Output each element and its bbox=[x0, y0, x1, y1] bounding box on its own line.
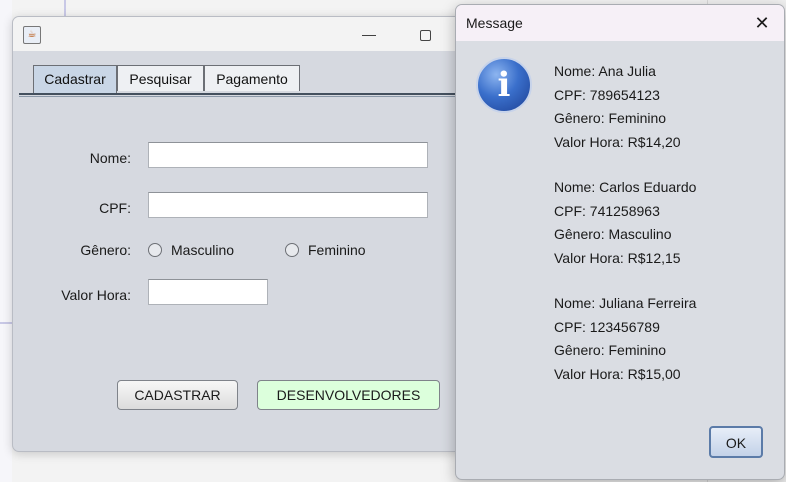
cpf-input[interactable] bbox=[148, 192, 428, 218]
record-block: Nome: Juliana Ferreira CPF: 123456789 Gê… bbox=[554, 292, 696, 386]
nome-label: Nome: bbox=[89, 150, 131, 166]
tab-cadastrar[interactable]: Cadastrar bbox=[33, 65, 117, 93]
maximize-button[interactable] bbox=[413, 23, 437, 45]
radio-circle-icon bbox=[148, 243, 162, 257]
record-block: Nome: Carlos Eduardo CPF: 741258963 Gêne… bbox=[554, 176, 696, 270]
record-valor: Valor Hora: R$14,20 bbox=[554, 133, 681, 150]
desktop-background bbox=[0, 0, 12, 482]
radio-circle-icon bbox=[285, 243, 299, 257]
main-window: ☕ — Cadastrar Pesquisar Pagamento Nome: … bbox=[12, 16, 484, 452]
record-genero: Gênero: Feminino bbox=[554, 110, 667, 126]
dialog-title: Message bbox=[466, 15, 523, 31]
tab-separator bbox=[19, 96, 483, 97]
record-valor: Valor Hora: R$12,15 bbox=[554, 249, 681, 266]
record-valor: Valor Hora: R$15,00 bbox=[554, 365, 681, 382]
record-genero: Gênero: Feminino bbox=[554, 342, 667, 358]
radio-masculino[interactable]: Masculino bbox=[148, 242, 234, 258]
record-genero: Gênero: Masculino bbox=[554, 226, 672, 242]
desenvolvedores-button[interactable]: DESENVOLVEDORES bbox=[257, 380, 440, 410]
genero-label: Gênero: bbox=[80, 242, 131, 258]
tab-pesquisar[interactable]: Pesquisar bbox=[117, 65, 204, 91]
background-divider bbox=[64, 0, 66, 16]
info-icon: i bbox=[476, 57, 532, 113]
background-divider bbox=[0, 322, 12, 324]
title-bar: ☕ — bbox=[13, 17, 483, 51]
tab-separator bbox=[19, 93, 483, 95]
record-nome: Nome: Ana Julia bbox=[554, 63, 656, 79]
radio-feminino[interactable]: Feminino bbox=[285, 242, 366, 258]
record-nome: Nome: Juliana Ferreira bbox=[554, 295, 697, 311]
valor-hora-input[interactable] bbox=[148, 279, 268, 305]
ok-button[interactable]: OK bbox=[709, 426, 763, 458]
nome-input[interactable] bbox=[148, 142, 428, 168]
maximize-icon bbox=[419, 29, 431, 41]
minimize-button[interactable]: — bbox=[357, 23, 381, 45]
dialog-title-bar: Message ✕ bbox=[456, 5, 784, 41]
close-icon[interactable]: ✕ bbox=[750, 11, 774, 35]
radio-masculino-label: Masculino bbox=[171, 242, 235, 258]
message-dialog: Message ✕ i Nome: Ana Julia CPF: 7896541… bbox=[455, 4, 785, 480]
java-app-icon: ☕ bbox=[23, 26, 41, 44]
valor-hora-label: Valor Hora: bbox=[61, 287, 131, 303]
cpf-label: CPF: bbox=[99, 200, 131, 216]
record-nome: Nome: Carlos Eduardo bbox=[554, 179, 697, 195]
tab-pagamento[interactable]: Pagamento bbox=[204, 65, 300, 91]
cadastrar-button[interactable]: CADASTRAR bbox=[117, 380, 238, 410]
record-cpf: CPF: 741258963 bbox=[554, 202, 660, 219]
record-block: Nome: Ana Julia CPF: 789654123 Gênero: F… bbox=[554, 60, 681, 154]
record-cpf: CPF: 789654123 bbox=[554, 86, 660, 103]
radio-feminino-label: Feminino bbox=[308, 242, 366, 258]
record-cpf: CPF: 123456789 bbox=[554, 318, 660, 335]
